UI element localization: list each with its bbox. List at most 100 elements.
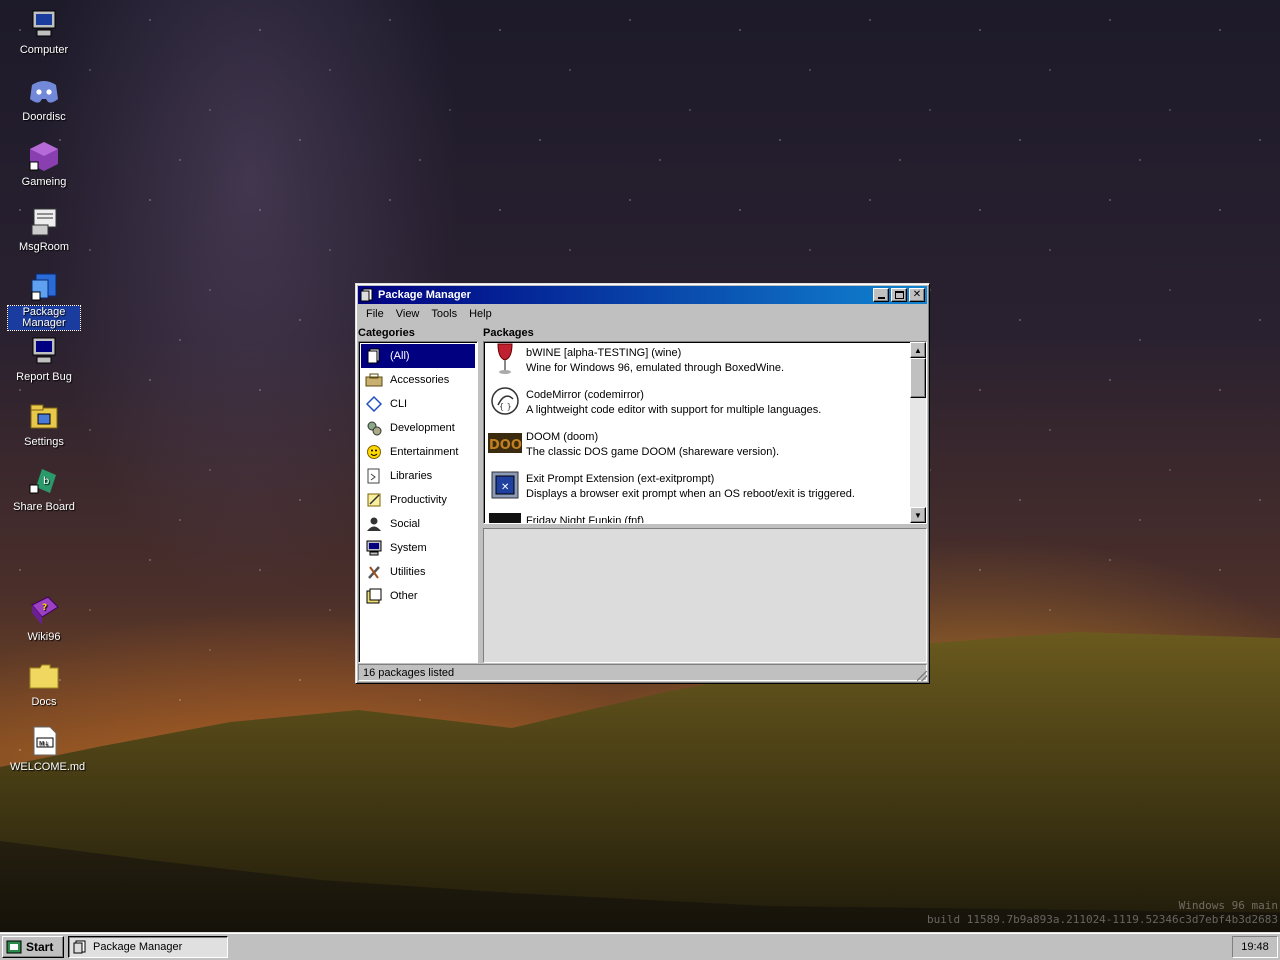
accessories-icon (365, 372, 383, 388)
scroll-thumb[interactable] (910, 358, 926, 398)
close-icon: ✕ (912, 289, 922, 300)
desktop-icon-package-manager[interactable]: Package Manager (7, 270, 81, 331)
category-cli[interactable]: CLI (361, 392, 475, 416)
packages-list[interactable]: bWINE [alpha-TESTING] (wine) Wine for Wi… (483, 341, 927, 524)
menu-tools[interactable]: Tools (425, 308, 463, 320)
status-bar: 16 packages listed (358, 664, 927, 681)
category-label: (All) (390, 350, 410, 362)
category-accessories[interactable]: Accessories (361, 368, 475, 392)
package-name: bWINE [alpha-TESTING] (wine) (526, 347, 682, 359)
package-name: Friday Night Funkin (fnf) (526, 515, 644, 524)
arrow-down-icon: ▼ (914, 510, 922, 520)
package-manager-window[interactable]: Package Manager ✕ File View Tools Help C… (355, 283, 930, 684)
desktop-icon-msgroom[interactable]: MsgRoom (8, 205, 80, 254)
package-item[interactable]: DOOM DOOM (doom) The classic DOS game DO… (488, 426, 906, 468)
package-item[interactable]: bWINE [alpha-TESTING] (wine) Wine for Wi… (488, 342, 906, 384)
scroll-up-button[interactable]: ▲ (910, 342, 926, 358)
game-cube-icon (28, 140, 60, 172)
taskbar: Start Package Manager 19:48 (0, 932, 1280, 960)
taskbar-item-package-manager[interactable]: Package Manager (68, 935, 228, 958)
desktop-icon-doordisc[interactable]: Doordisc (8, 75, 80, 124)
desktop-icon-computer[interactable]: Computer (8, 8, 80, 57)
desktop-icon-gameing[interactable]: Gameing (8, 140, 80, 189)
report-bug-icon (28, 335, 60, 367)
desktop-icon-report-bug[interactable]: Report Bug (8, 335, 80, 384)
doom-icon: DOOM (488, 426, 522, 460)
category-all[interactable]: (All) (361, 344, 475, 368)
package-description: A lightweight code editor with support f… (526, 404, 822, 416)
svg-text:b: b (43, 476, 49, 487)
package-item[interactable]: ✕ Exit Prompt Extension (ext-exitprompt)… (488, 468, 906, 510)
wiki-book-icon: ? (28, 595, 60, 627)
packages-scrollbar[interactable]: ▲ ▼ (910, 342, 926, 523)
package-manager-icon (73, 940, 87, 954)
maximize-button[interactable] (891, 288, 907, 302)
category-label: Productivity (390, 494, 447, 506)
cli-icon (365, 396, 383, 412)
start-label: Start (26, 939, 54, 954)
categories-list: (All) Accessories CLI Development Entert… (358, 341, 478, 663)
category-utilities[interactable]: Utilities (361, 560, 475, 584)
packages-label: Packages (483, 327, 534, 339)
clock[interactable]: 19:48 (1241, 941, 1269, 953)
svg-text:?: ? (42, 603, 47, 613)
category-development[interactable]: Development (361, 416, 475, 440)
category-label: Utilities (390, 566, 426, 578)
menu-bar: File View Tools Help (358, 304, 927, 324)
category-libraries[interactable]: Libraries (361, 464, 475, 488)
all-icon (365, 348, 383, 364)
package-item[interactable]: Friday Night Funkin (fnf) (488, 510, 906, 524)
package-manager-icon (28, 270, 60, 302)
arrow-up-icon: ▲ (914, 345, 922, 355)
package-name: Exit Prompt Extension (ext-exitprompt) (526, 473, 715, 485)
start-logo-icon (6, 940, 22, 954)
svg-text:✕: ✕ (501, 482, 509, 493)
window-body: Categories Packages (All) Accessories CL… (358, 325, 927, 663)
desktop-icon-settings[interactable]: Settings (8, 400, 80, 449)
package-description: Displays a browser exit prompt when an O… (526, 488, 855, 500)
svg-text:M↓: M↓ (39, 741, 49, 748)
desktop-icon-share-board[interactable]: b Share Board (8, 465, 80, 514)
computer-icon (28, 8, 60, 40)
category-system[interactable]: System (361, 536, 475, 560)
desktop-icon-welcome-md[interactable]: M↓ WELCOME.md (8, 725, 85, 774)
desktop-icon-docs[interactable]: Docs (8, 660, 80, 709)
package-manager-icon (360, 288, 374, 302)
category-other[interactable]: Other (361, 584, 475, 608)
watermark-line-1: Windows 96 main (1178, 899, 1278, 912)
category-label: System (390, 542, 427, 554)
svg-text:DOOM: DOOM (489, 438, 522, 453)
minimize-button[interactable] (873, 288, 889, 302)
category-label: Other (390, 590, 418, 602)
categories-label: Categories (358, 327, 415, 339)
menu-view[interactable]: View (390, 308, 426, 320)
svg-text:{ }: { } (499, 402, 512, 411)
share-board-icon: b (28, 465, 60, 497)
system-icon (365, 540, 383, 556)
menu-help[interactable]: Help (463, 308, 498, 320)
category-productivity[interactable]: Productivity (361, 488, 475, 512)
window-title: Package Manager (378, 289, 471, 301)
close-button[interactable]: ✕ (909, 288, 925, 302)
category-label: CLI (390, 398, 408, 410)
discord-icon (28, 75, 60, 107)
maximize-icon (894, 291, 904, 299)
package-item[interactable]: { } CodeMirror (codemirror) A lightweigh… (488, 384, 906, 426)
resize-grip-icon[interactable] (917, 671, 927, 681)
watermark-line-2: build 11589.7b9a893a.211024-1119.52346c3… (927, 913, 1278, 926)
start-button[interactable]: Start (2, 935, 64, 958)
package-description: Wine for Windows 96, emulated through Bo… (526, 362, 785, 374)
menu-file[interactable]: File (360, 308, 390, 320)
extension-icon: ✕ (488, 468, 522, 502)
system-tray: 19:48 (1232, 935, 1278, 958)
markdown-file-icon: M↓ (28, 725, 60, 757)
desktop-icon-wiki96[interactable]: ? Wiki96 (8, 595, 80, 644)
category-social[interactable]: Social (361, 512, 475, 536)
scroll-down-button[interactable]: ▼ (910, 507, 926, 523)
folder-icon (28, 660, 60, 692)
title-bar[interactable]: Package Manager ✕ (358, 286, 927, 304)
category-entertainment[interactable]: Entertainment (361, 440, 475, 464)
status-text: 16 packages listed (363, 667, 455, 679)
category-label: Social (390, 518, 420, 530)
taskbar-item-label: Package Manager (93, 940, 183, 953)
